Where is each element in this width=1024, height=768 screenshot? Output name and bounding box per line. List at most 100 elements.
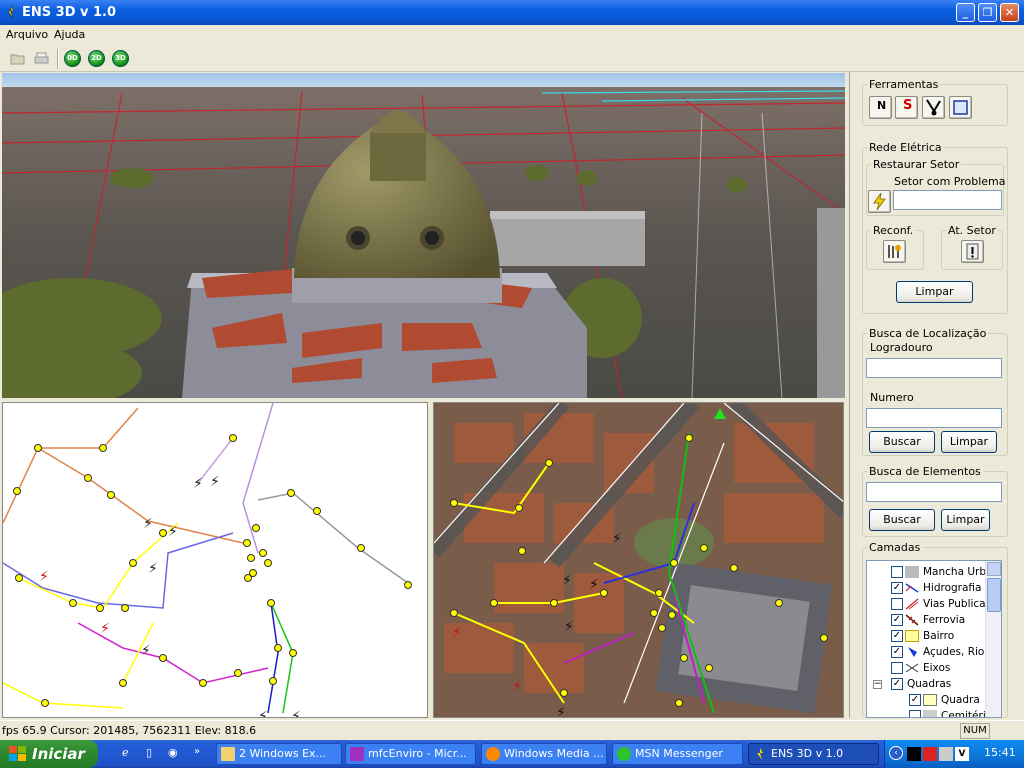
3d-view[interactable]	[2, 73, 845, 398]
task-windows-explorer[interactable]: 2 Windows Ex...	[216, 743, 342, 765]
layer-checkbox[interactable]: ✓	[891, 614, 903, 626]
toolbar: 0D 2D 3D	[0, 45, 1024, 72]
menu-ajuda[interactable]: Ajuda	[54, 28, 85, 41]
chevron-right-icon[interactable]: »	[194, 746, 210, 762]
folder-icon	[221, 747, 235, 761]
layer-item[interactable]: − ✓ Quadras	[867, 676, 987, 692]
close-button[interactable]: ✕	[1000, 3, 1019, 22]
acudes-swatch-icon	[908, 647, 917, 657]
layer-item[interactable]: Vias Publicas	[867, 596, 991, 612]
vs-icon	[350, 747, 364, 761]
media-icon[interactable]: ◉	[168, 746, 184, 762]
layer-label: Quadra	[941, 694, 980, 706]
msn-icon	[617, 747, 631, 761]
logradouro-input[interactable]	[866, 358, 1002, 378]
task-msn-messenger[interactable]: MSN Messenger	[612, 743, 743, 765]
layer-item[interactable]: ✓ Quadra	[867, 692, 987, 708]
task-windows-media[interactable]: Windows Media ...	[481, 743, 607, 765]
layers-tree[interactable]: Mancha Urba ✓ Hidrografia L Vias Publica…	[866, 560, 1002, 718]
layer-label: Ferrovia	[923, 614, 966, 626]
layer-item[interactable]: ✓ Bairro	[867, 628, 987, 644]
ie-icon[interactable]: ℯ	[122, 746, 138, 762]
brush-icon	[926, 99, 941, 116]
svg-text:⚡: ⚡	[564, 619, 574, 635]
camadas-legend: Camadas	[869, 541, 921, 554]
tray-security-icon[interactable]	[923, 747, 937, 761]
limpar-rede-button[interactable]: Limpar	[896, 281, 973, 303]
task-label: MSN Messenger	[635, 747, 723, 760]
menu-bar: Arquivo Ajuda	[0, 25, 1024, 45]
select-region-tool-button[interactable]	[949, 96, 972, 119]
buscar-elementos-button[interactable]: Buscar	[869, 509, 935, 531]
tray-vb-icon[interactable]: V	[955, 747, 969, 761]
desktop-icon[interactable]: ▯	[146, 746, 162, 762]
layer-checkbox[interactable]: ✓	[909, 694, 921, 706]
view-2d-button[interactable]: 2D	[88, 50, 105, 67]
layer-checkbox[interactable]: ✓	[891, 646, 903, 658]
restore-sector-button[interactable]	[868, 190, 891, 213]
svg-text:⚡: ⚡	[291, 709, 301, 718]
limpar-elementos-button[interactable]: Limpar	[941, 509, 990, 531]
tray-app-icon[interactable]	[907, 747, 921, 761]
layer-checkbox[interactable]	[891, 662, 903, 674]
busca-localizacao-legend: Busca de Localização	[869, 327, 987, 340]
layer-checkbox[interactable]	[891, 566, 903, 578]
task-ens3d[interactable]: ENS 3D v 1.0	[748, 743, 879, 765]
satellite-view[interactable]: ⚡ ⚡ ⚡ ⚡ ⚡ ⚡ ⚡	[433, 402, 844, 718]
at-setor-button[interactable]	[961, 240, 984, 263]
setor-problema-input[interactable]	[893, 190, 1002, 210]
svg-text:⚡: ⚡	[148, 561, 158, 577]
reconf-legend: Reconf.	[873, 224, 914, 237]
view-3d-button[interactable]: 3D	[112, 50, 129, 67]
svg-text:⚡: ⚡	[512, 679, 522, 695]
task-label: Windows Media ...	[504, 747, 604, 760]
busca-elementos-legend: Busca de Elementos	[869, 465, 981, 478]
start-button[interactable]: Iniciar	[0, 740, 98, 768]
layer-checkbox[interactable]: ✓	[891, 678, 903, 690]
bairro-swatch-icon	[905, 630, 919, 642]
layer-item[interactable]: ✓ Açudes, Rios	[867, 644, 990, 660]
minimize-button[interactable]: _	[956, 3, 975, 22]
lightning-icon	[873, 192, 886, 211]
task-mfcenviro[interactable]: mfcEnviro - Micr...	[345, 743, 476, 765]
layers-scrollbar[interactable]	[985, 561, 1001, 717]
network-2d-view[interactable]: ⚡ ⚡ ⚡ ⚡ ⚡ ⚡ ⚡ ⚡ ⚡ ⚡	[2, 402, 428, 718]
layer-item[interactable]: ✓ Ferrovia	[867, 612, 987, 628]
eixos-line-icon	[905, 663, 919, 673]
app-icon	[757, 748, 763, 760]
view-0d-button[interactable]: 0D	[64, 50, 81, 67]
layer-checkbox[interactable]	[909, 710, 921, 717]
svg-text:⚡: ⚡	[452, 625, 462, 641]
limpar-localizacao-button[interactable]: Limpar	[941, 431, 997, 453]
north-tool-button[interactable]: N	[869, 96, 892, 119]
svg-text:⚡: ⚡	[562, 573, 572, 589]
layer-item[interactable]: ✓ Hidrografia L	[867, 580, 991, 596]
reconf-button[interactable]	[883, 240, 906, 263]
north-tool-label: N	[877, 99, 887, 112]
layer-item[interactable]: Cemitério	[867, 708, 992, 717]
layer-item[interactable]: Eixos	[867, 660, 987, 676]
tray-network-icon[interactable]	[939, 747, 953, 761]
collapse-icon[interactable]: −	[873, 680, 882, 689]
setor-problema-label: Setor com Problema	[894, 175, 1006, 188]
brush-tool-button[interactable]	[922, 96, 945, 119]
sector-tool-button[interactable]: S	[895, 96, 918, 119]
menu-arquivo[interactable]: Arquivo	[6, 28, 48, 41]
buscar-localizacao-button[interactable]: Buscar	[869, 431, 935, 453]
busca-elementos-input[interactable]	[866, 482, 1002, 502]
restaurar-setor-legend: Restaurar Setor	[873, 158, 960, 171]
layer-checkbox[interactable]: ✓	[891, 582, 903, 594]
layer-checkbox[interactable]: ✓	[891, 630, 903, 642]
layer-label: Hidrografia L	[923, 582, 991, 594]
scroll-thumb[interactable]	[987, 578, 1001, 612]
layer-item[interactable]: Mancha Urba	[867, 564, 992, 580]
print-icon[interactable]	[33, 50, 50, 67]
toolbar-separator	[57, 49, 59, 69]
maximize-button[interactable]: ❐	[978, 3, 997, 22]
svg-text:⚡: ⚡	[193, 476, 203, 492]
layer-checkbox[interactable]	[891, 598, 903, 610]
open-folder-icon[interactable]	[10, 50, 27, 67]
tray-expand-icon[interactable]: ‹	[889, 746, 903, 760]
numero-input[interactable]	[866, 408, 1002, 428]
scroll-up-icon[interactable]	[987, 562, 1001, 576]
